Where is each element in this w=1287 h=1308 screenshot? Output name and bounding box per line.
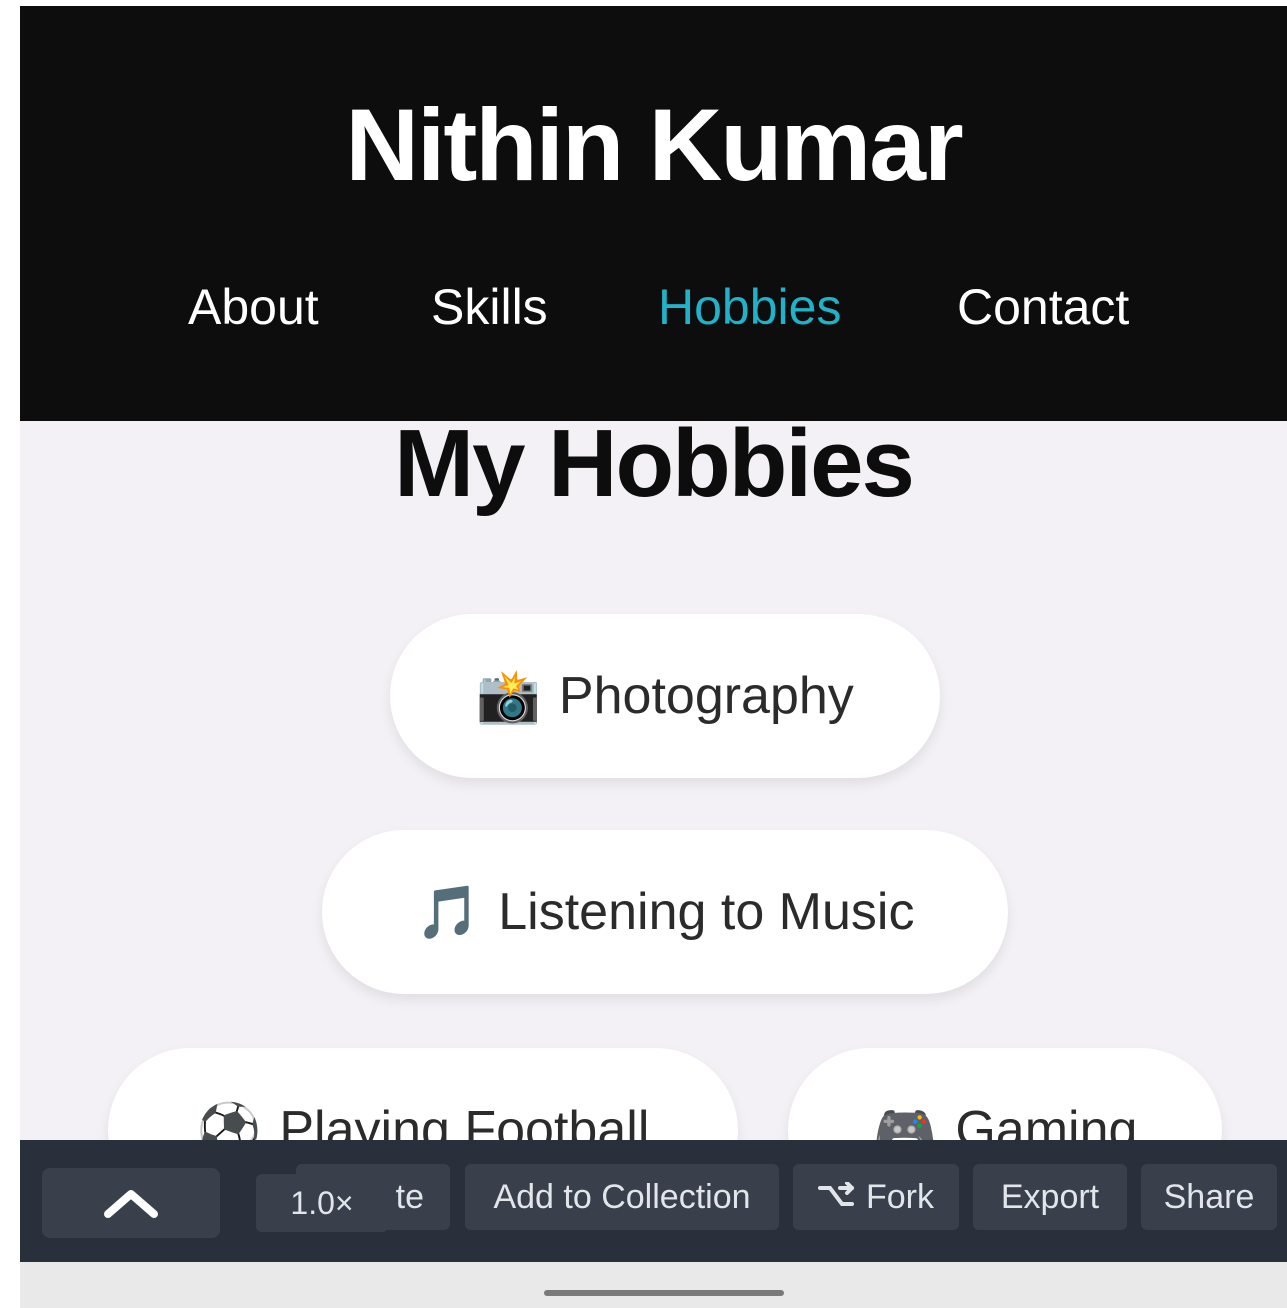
hobby-label: Listening to Music [498,883,915,941]
partial-button-label: te [395,1177,424,1216]
site-title: Nithin Kumar [345,88,963,202]
fork-button[interactable]: Fork [793,1164,959,1230]
bottom-toolbar: 1.0× te Add to Collection Fork Export Sh… [20,1140,1287,1262]
hobby-card-photography[interactable]: 📸 Photography [390,614,940,778]
section-title: My Hobbies [394,410,915,517]
add-to-collection-button[interactable]: Add to Collection [465,1164,779,1230]
music-note-icon: 🎵 [415,882,481,943]
camera-flash-icon: 📸 [476,666,541,727]
share-button[interactable]: Share [1141,1164,1277,1230]
scroll-up-button[interactable] [42,1168,220,1238]
hobby-label: Photography [558,667,854,725]
hobby-card-music[interactable]: 🎵 Listening to Music [322,830,1008,994]
app-frame: Nithin Kumar About Skills Hobbies Contac… [20,6,1287,1308]
nav-about[interactable]: About [188,282,319,332]
system-navigation-bar [20,1262,1287,1308]
chevron-up-icon [104,1190,158,1218]
fork-label: Fork [866,1177,934,1216]
nav-hobbies[interactable]: Hobbies [658,282,841,332]
fork-icon [818,1182,854,1206]
export-label: Export [1000,1177,1100,1216]
zoom-level-button[interactable]: 1.0× [256,1174,388,1232]
share-label: Share [1163,1177,1255,1216]
nav-contact[interactable]: Contact [957,282,1129,332]
home-indicator[interactable] [544,1290,784,1296]
add-to-collection-label: Add to Collection [493,1177,751,1216]
site-header: Nithin Kumar About Skills Hobbies Contac… [20,6,1287,421]
nav-skills[interactable]: Skills [431,282,548,332]
export-button[interactable]: Export [973,1164,1127,1230]
